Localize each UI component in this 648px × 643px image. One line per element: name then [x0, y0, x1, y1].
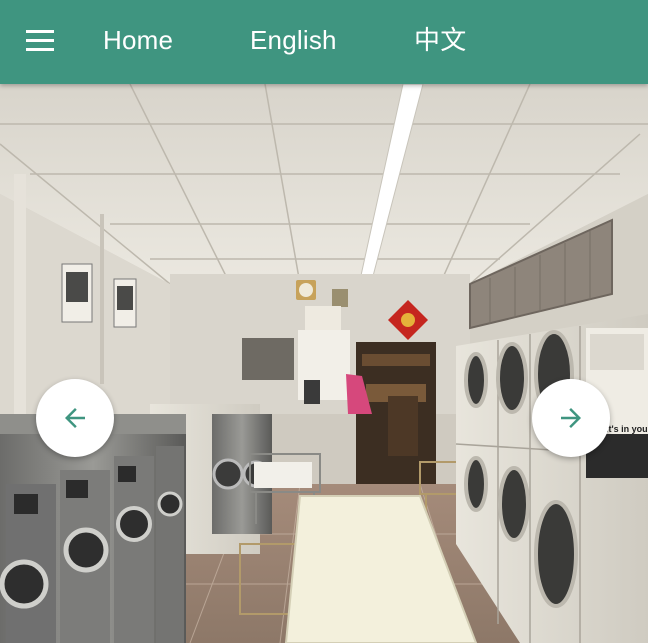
arrow-right-icon [561, 408, 581, 428]
menu-button[interactable] [24, 27, 56, 55]
laundromat-illustration: It's in your ash [0, 84, 648, 643]
poster-text: It's in your ash [606, 424, 648, 434]
nav-link-home[interactable]: Home [103, 22, 173, 58]
laundromat-photo: It's in your ash [0, 84, 648, 643]
previous-slide-button[interactable] [36, 379, 114, 457]
next-slide-button[interactable] [532, 379, 610, 457]
top-navigation-bar: Home English 中文 [0, 0, 648, 84]
nav-link-english[interactable]: English [250, 22, 337, 58]
nav-link-chinese[interactable]: 中文 [414, 22, 466, 58]
menu-icon [26, 30, 54, 51]
arrow-left-icon [65, 408, 85, 428]
